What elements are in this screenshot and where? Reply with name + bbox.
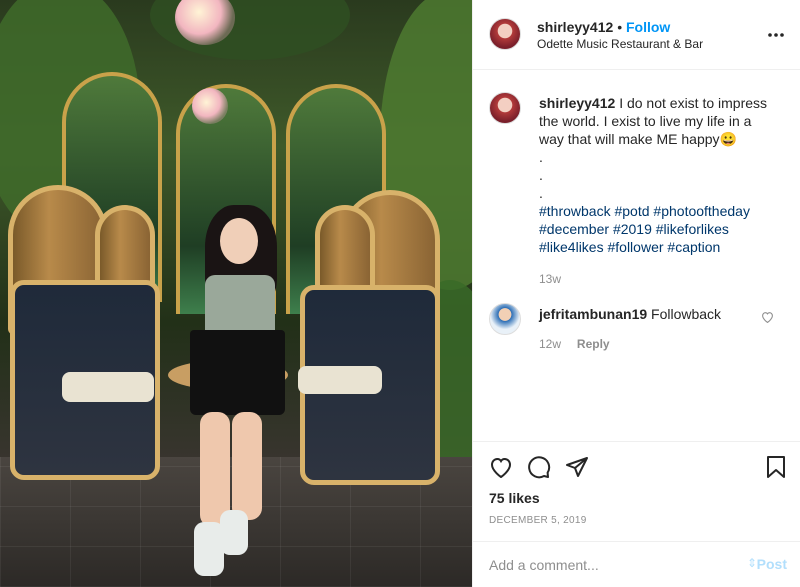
- comment-meta: 12w Reply: [539, 335, 610, 351]
- hashtag-link[interactable]: #caption: [667, 239, 720, 255]
- comment-time[interactable]: 12w: [539, 337, 561, 351]
- hashtag-link[interactable]: #december: [539, 221, 609, 237]
- post-container: shirleyy412 • Follow Odette Music Restau…: [0, 0, 800, 587]
- pendant-lamp: [192, 88, 228, 124]
- caption-dot: .: [539, 185, 543, 201]
- post-date: DECEMBER 5, 2019: [489, 515, 587, 526]
- caption-dot: .: [539, 167, 543, 183]
- reply-button[interactable]: Reply: [577, 337, 610, 351]
- action-bar: 75 likes DECEMBER 5, 2019: [473, 441, 800, 541]
- hashtag-link[interactable]: #potd: [614, 203, 649, 219]
- comment-icon[interactable]: [527, 455, 551, 482]
- header-text: shirleyy412 • Follow: [537, 19, 670, 35]
- add-comment-bar: ⇕ Post: [473, 541, 800, 587]
- hashtag-line: #december #2019 #likeforlikes: [539, 220, 779, 238]
- caption-dot: .: [539, 149, 543, 165]
- heart-icon[interactable]: [489, 456, 513, 481]
- more-options-icon[interactable]: [767, 22, 785, 43]
- person-leg: [232, 412, 262, 520]
- hashtag-link[interactable]: #2019: [613, 221, 652, 237]
- comment-text: Followback: [651, 306, 722, 322]
- person-shoe: [220, 510, 248, 555]
- hashtag-line: #throwback #potd #photooftheday: [539, 202, 779, 220]
- avatar[interactable]: [489, 18, 521, 50]
- scroll-indicator-icon: ⇕: [746, 556, 757, 570]
- caption-dots: . . .: [539, 148, 779, 202]
- post-panel: shirleyy412 • Follow Odette Music Restau…: [472, 0, 800, 587]
- hashtag-link[interactable]: #photooftheday: [653, 203, 750, 219]
- chair-cushion: [298, 366, 382, 394]
- header-username[interactable]: shirleyy412: [537, 19, 613, 35]
- commenter-username[interactable]: jefritambunan19: [539, 306, 647, 322]
- caption-username[interactable]: shirleyy412: [539, 95, 615, 111]
- hashtag-line: #like4likes #follower #caption: [539, 238, 779, 256]
- post-button[interactable]: Post: [757, 556, 787, 572]
- post-photo[interactable]: [0, 0, 472, 587]
- paper-plane-icon[interactable]: [565, 455, 589, 482]
- comment-like-icon[interactable]: [761, 310, 774, 326]
- bookmark-icon[interactable]: [765, 455, 787, 482]
- chair-cushion: [62, 372, 154, 402]
- hashtag-link[interactable]: #likeforlikes: [656, 221, 729, 237]
- post-header: shirleyy412 • Follow Odette Music Restau…: [473, 0, 800, 70]
- follow-button[interactable]: Follow: [626, 19, 670, 35]
- location-link[interactable]: Odette Music Restaurant & Bar: [537, 37, 703, 51]
- person-face: [220, 218, 258, 264]
- hashtag-link[interactable]: #like4likes: [539, 239, 604, 255]
- hashtag-link[interactable]: #follower: [607, 239, 663, 255]
- likes-count[interactable]: 75 likes: [489, 490, 540, 506]
- commenter-avatar[interactable]: [489, 303, 521, 335]
- person-top: [205, 275, 275, 335]
- comment-input[interactable]: [489, 555, 729, 575]
- caption-avatar[interactable]: [489, 92, 521, 124]
- comment: jefritambunan19 Followback: [539, 305, 759, 323]
- caption: shirleyy412 I do not exist to impress th…: [539, 94, 779, 288]
- caption-time[interactable]: 13w: [539, 270, 779, 288]
- hashtag-link[interactable]: #throwback: [539, 203, 611, 219]
- separator-dot: •: [617, 19, 623, 35]
- person-skirt: [190, 330, 285, 415]
